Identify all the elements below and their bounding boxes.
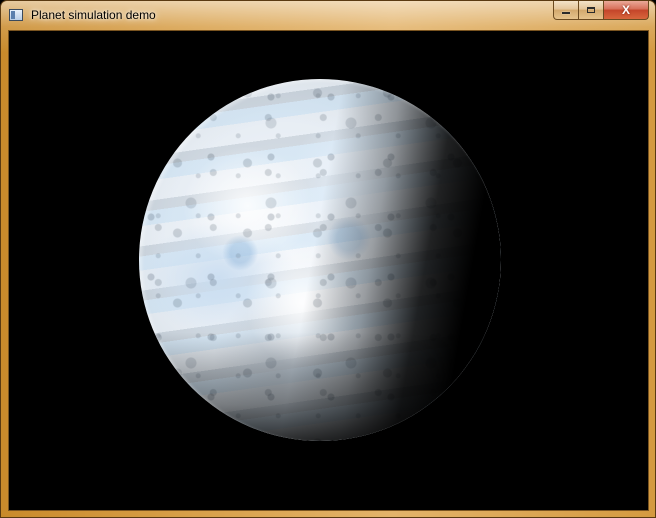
minimize-button[interactable] xyxy=(553,1,579,20)
window-title: Planet simulation demo xyxy=(31,8,156,22)
maximize-button[interactable] xyxy=(579,1,604,20)
caption-buttons: X xyxy=(553,1,649,21)
app-window: Planet simulation demo X xyxy=(0,0,656,518)
planet xyxy=(139,79,501,441)
app-window-icon[interactable] xyxy=(9,9,23,21)
minimize-icon xyxy=(562,12,570,14)
close-icon: X xyxy=(621,3,630,17)
render-viewport[interactable] xyxy=(8,30,649,511)
planet-rim-light xyxy=(139,79,501,441)
title-bar[interactable]: Planet simulation demo X xyxy=(1,1,655,31)
close-button[interactable]: X xyxy=(604,1,649,20)
maximize-icon xyxy=(587,7,595,13)
